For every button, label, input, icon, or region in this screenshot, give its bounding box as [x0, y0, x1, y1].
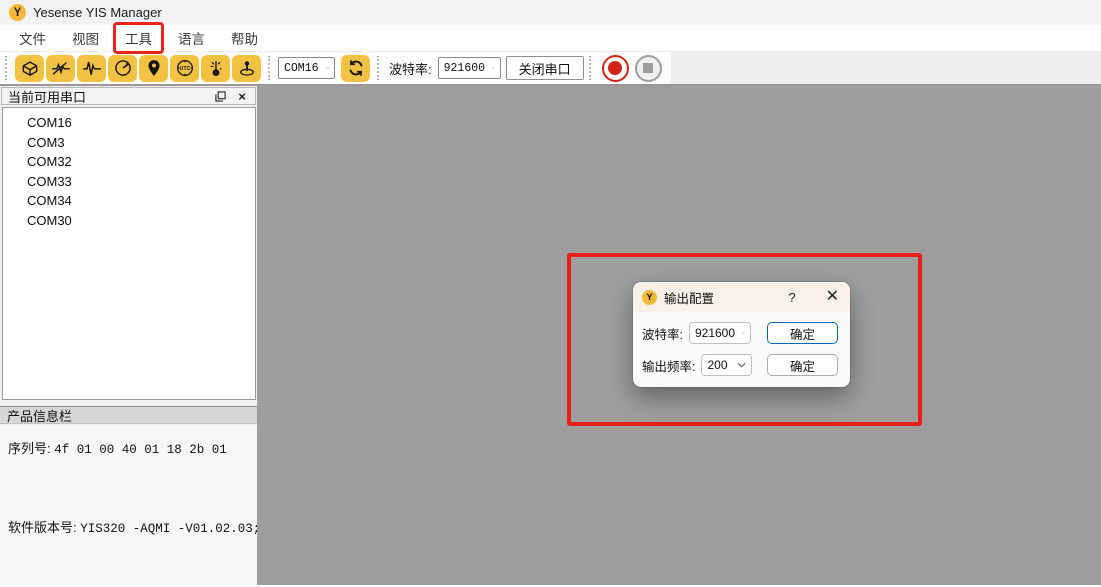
software-version-line: 软件版本号: YIS320 -AQMI -V01.02.03; — [8, 517, 260, 536]
toolbar-drag-handle[interactable] — [589, 56, 595, 80]
svg-text:UTC: UTC — [179, 66, 190, 72]
software-version-label: 软件版本号: — [8, 520, 77, 535]
chevron-down-icon — [742, 330, 745, 336]
dialog-title: 输出配置 — [664, 288, 788, 307]
menu-item-file[interactable]: 文件 — [10, 25, 55, 51]
dialog-rate-value: 200 — [707, 358, 727, 372]
dock-title: 当前可用串口 — [8, 87, 205, 106]
com-port-select[interactable]: COM16 — [278, 57, 335, 79]
toolbar-drag-handle[interactable] — [5, 56, 11, 80]
serial-port-dock: 当前可用串口 × COM16COM3COM32COM33COM34COM30 产… — [0, 86, 257, 585]
location-pin-icon[interactable] — [139, 55, 168, 82]
toolbar-empty-area — [671, 52, 1101, 84]
list-item-port[interactable]: COM30 — [3, 211, 255, 231]
workspace-canvas: Y 输出配置 ? ✕ 波特率: 921600 确定 输出频率: 20 — [257, 86, 1101, 585]
toolbar-drag-handle[interactable] — [377, 56, 383, 80]
thermometer-icon[interactable] — [201, 55, 230, 82]
dialog-rate-select[interactable]: 200 — [701, 354, 752, 376]
baud-rate-value: 921600 — [444, 62, 485, 75]
app-logo-glyph: Y — [14, 6, 21, 19]
dialog-help-button[interactable]: ? — [788, 290, 795, 305]
stop-button[interactable] — [635, 55, 662, 82]
port-list: COM16COM3COM32COM33COM34COM30 — [2, 107, 256, 400]
window-title: Yesense YIS Manager — [33, 5, 162, 20]
chevron-down-icon — [737, 362, 746, 368]
dock-header: 当前可用串口 × — [1, 87, 256, 105]
beacon-icon[interactable] — [232, 55, 261, 82]
list-item-port[interactable]: COM33 — [3, 172, 255, 192]
cube-3d-icon[interactable] — [15, 55, 44, 82]
waveform-angle-icon[interactable] — [46, 55, 75, 82]
app-window: Y Yesense YIS Manager 文件 视图 工具 语言 帮助 — [0, 0, 1101, 587]
record-button[interactable] — [602, 55, 629, 82]
close-serial-button[interactable]: 关闭串口 — [506, 56, 584, 80]
dialog-logo-glyph: Y — [646, 292, 652, 303]
serial-number-label: 序列号: — [8, 441, 51, 456]
app-logo-icon: Y — [9, 4, 26, 21]
stop-icon — [643, 63, 653, 73]
menu-item-view[interactable]: 视图 — [63, 25, 108, 51]
close-panel-icon[interactable]: × — [235, 90, 249, 103]
menu-bar: 文件 视图 工具 语言 帮助 — [0, 25, 1101, 52]
chevron-down-icon — [326, 65, 329, 71]
list-item-port[interactable]: COM16 — [3, 113, 255, 133]
product-info-body: 序列号: 4f 01 00 40 01 18 2b 01 软件版本号: YIS3… — [0, 425, 257, 585]
dialog-rate-row: 输出频率: 200 确定 — [642, 354, 838, 376]
dialog-baud-ok-button[interactable]: 确定 — [767, 322, 838, 344]
dialog-logo-icon: Y — [642, 290, 657, 305]
software-version-value: YIS320 -AQMI -V01.02.03; — [80, 522, 260, 536]
dialog-baud-row: 波特率: 921600 确定 — [642, 322, 838, 344]
menu-item-language[interactable]: 语言 — [169, 25, 214, 51]
list-item-port[interactable]: COM3 — [3, 133, 255, 153]
menu-item-tools[interactable]: 工具 — [116, 25, 161, 51]
float-window-icon[interactable] — [213, 91, 227, 102]
gauge-icon[interactable] — [108, 55, 137, 82]
toolbar: UTC COM16 波特率: 921600 关闭串口 — [0, 52, 1101, 86]
toolbar-drag-handle[interactable] — [268, 56, 274, 80]
dialog-title-bar[interactable]: Y 输出配置 ? ✕ — [633, 282, 850, 312]
dialog-close-icon[interactable]: ✕ — [826, 289, 839, 305]
baud-rate-label: 波特率: — [389, 59, 432, 78]
serial-number-value: 4f 01 00 40 01 18 2b 01 — [54, 443, 227, 457]
dialog-rate-ok-button[interactable]: 确定 — [767, 354, 838, 376]
product-info-header: 产品信息栏 — [0, 406, 257, 424]
output-config-dialog: Y 输出配置 ? ✕ 波特率: 921600 确定 输出频率: 20 — [633, 282, 850, 387]
clock-utc-icon[interactable]: UTC — [170, 55, 199, 82]
chevron-down-icon — [492, 65, 495, 71]
serial-number-line: 序列号: 4f 01 00 40 01 18 2b 01 — [8, 438, 227, 457]
dialog-baud-select[interactable]: 921600 — [689, 322, 751, 344]
waveform-pulse-icon[interactable] — [77, 55, 106, 82]
dialog-baud-value: 921600 — [695, 326, 735, 340]
dialog-baud-label: 波特率: — [642, 324, 683, 343]
com-port-value: COM16 — [284, 62, 319, 75]
refresh-ports-icon[interactable] — [341, 55, 370, 82]
baud-rate-select[interactable]: 921600 — [438, 57, 501, 79]
record-icon — [608, 61, 622, 75]
dialog-rate-label: 输出频率: — [642, 356, 695, 375]
title-bar: Y Yesense YIS Manager — [0, 0, 1101, 25]
main-area: 当前可用串口 × COM16COM3COM32COM33COM34COM30 产… — [0, 86, 1101, 585]
menu-item-help[interactable]: 帮助 — [222, 25, 267, 51]
list-item-port[interactable]: COM32 — [3, 152, 255, 172]
list-item-port[interactable]: COM34 — [3, 191, 255, 211]
toolbar-groups: UTC COM16 波特率: 921600 关闭串口 — [0, 52, 671, 84]
product-info-title: 产品信息栏 — [7, 406, 72, 425]
